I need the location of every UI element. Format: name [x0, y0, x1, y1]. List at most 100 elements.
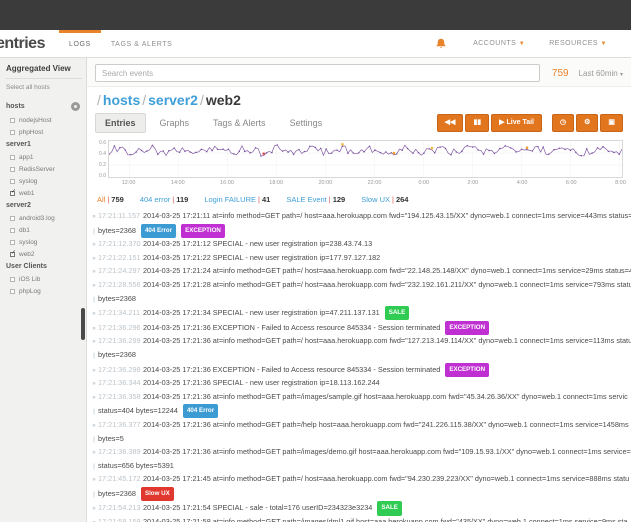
log-row[interactable]: » 17:21:34.211 2014-03-25 17:21:34 SPECIAL… — [90, 306, 631, 321]
checkbox-checked-icon[interactable] — [10, 251, 15, 257]
host-group-user-clients[interactable]: User Clients — [6, 260, 86, 273]
expand-chevron-icon[interactable]: » — [90, 281, 98, 293]
tab-tags-alerts[interactable]: Tags & Alerts — [203, 113, 276, 133]
logentries-logo[interactable]: entries — [0, 30, 59, 57]
sidebar-item-syslog[interactable]: syslog — [6, 236, 86, 248]
expand-chevron-icon[interactable]: » — [90, 379, 98, 391]
checkbox-checked-icon[interactable] — [10, 190, 15, 196]
accounts-menu[interactable]: ACCOUNTS ▼ — [473, 40, 525, 47]
eye-icon[interactable] — [71, 102, 80, 111]
host-label: RedisServer — [19, 165, 55, 173]
host-group-server1[interactable]: server1 — [6, 138, 86, 151]
tab-settings[interactable]: Settings — [280, 113, 333, 133]
sidebar-item-android3-log[interactable]: android3.log — [6, 212, 86, 224]
filter-sale-event[interactable]: SALE Event | 129 — [286, 195, 345, 204]
checkbox-icon[interactable] — [10, 154, 15, 160]
filter-slow-ux[interactable]: Slow UX | 264 — [361, 195, 408, 204]
sidebar-item-redisserver[interactable]: RedisServer — [6, 163, 86, 175]
search-input[interactable] — [95, 64, 540, 82]
filter-login-failure[interactable]: Login FAILURE | 41 — [204, 195, 270, 204]
sidebar-item-web2[interactable]: web2 — [6, 248, 86, 260]
log-row[interactable]: » 17:21:28.556 2014-03-25 17:21:28 at=info… — [90, 279, 631, 306]
host-group-hosts[interactable]: hosts — [6, 99, 86, 114]
checkbox-icon[interactable] — [10, 117, 15, 123]
x-tick-label: 2:00 — [467, 180, 479, 186]
aggregated-view-link[interactable]: Aggregated View — [6, 64, 82, 79]
expand-chevron-icon[interactable]: » — [90, 393, 98, 405]
expand-chevron-icon[interactable]: » — [90, 421, 98, 433]
tab-entries[interactable]: Entries — [95, 113, 146, 133]
log-row[interactable]: » 17:21:36.296 2014-03-25 17:21:36 EXCEPTI… — [90, 320, 631, 336]
expand-chevron-icon[interactable]: » — [90, 267, 98, 279]
checkbox-icon[interactable] — [10, 166, 15, 172]
log-row[interactable]: » 17:21:54.213 2014-03-25 17:21:54 SPECIAL… — [90, 501, 631, 516]
time-button[interactable]: ◷ — [551, 114, 575, 132]
expand-chevron-icon[interactable]: » — [90, 324, 98, 336]
log-row[interactable]: » 17:21:36.344 2014-03-25 17:21:36 SPECIAL… — [90, 377, 631, 391]
sidebar-item-phplog[interactable]: phpLog — [6, 285, 86, 297]
sidebar-item-nodejshost[interactable]: nodejsHost — [6, 114, 86, 126]
sidebar-item-app1[interactable]: app1 — [6, 151, 86, 163]
expand-chevron-icon[interactable]: » — [90, 366, 98, 378]
expand-chevron-icon[interactable]: » — [90, 337, 98, 349]
log-row[interactable]: » 17:21:36.389 2014-03-25 17:21:36 at=info… — [90, 446, 631, 473]
expand-chevron-icon[interactable]: » — [90, 240, 98, 252]
checkbox-icon[interactable] — [10, 276, 15, 282]
chart-plot-area[interactable] — [108, 140, 623, 178]
sidebar-item-ios-lib[interactable]: iOS Lib — [6, 273, 86, 285]
log-row[interactable]: » 17:21:36.298 2014-03-25 17:21:36 EXCEPTI… — [90, 362, 631, 378]
select-all-hosts-link[interactable]: Select all hosts — [6, 79, 86, 99]
sidebar-item-web1[interactable]: web1 — [6, 187, 86, 199]
sidebar-item-phphost[interactable]: phpHost — [6, 126, 86, 138]
log-line: » 17:21:12.370 2014-03-25 17:21:12 SPECIAL… — [90, 238, 631, 252]
sidebar-scrollbar-thumb[interactable] — [81, 308, 85, 340]
checkbox-icon[interactable] — [10, 178, 15, 184]
expand-chevron-icon[interactable]: » — [90, 475, 98, 487]
log-row[interactable]: » 17:21:36.299 2014-03-25 17:21:36 at=info… — [90, 335, 631, 362]
log-row[interactable]: » 17:21:45.172 2014-03-25 17:21:45 at=info… — [90, 473, 631, 501]
x-tick-label: 6:00 — [565, 180, 577, 186]
log-tabs-row: Entries Graphs Tags & Alerts Settings ◀◀ ▮▮ ▶… — [87, 111, 631, 138]
expand-chevron-icon[interactable]: » — [90, 448, 98, 460]
checkbox-icon[interactable] — [10, 129, 15, 135]
filter-404-error[interactable]: 404 error | 119 — [140, 195, 189, 204]
sidebar-item-syslog[interactable]: syslog — [6, 175, 86, 187]
log-row[interactable]: » 17:21:11.157 2014-03-25 17:21:11 at=info… — [90, 210, 631, 238]
pause-button[interactable]: ▮▮ — [465, 114, 490, 132]
breadcrumb-hosts[interactable]: hosts — [103, 92, 140, 108]
nav-tab-tags-alerts[interactable]: TAGS & ALERTS — [101, 30, 183, 57]
log-row[interactable]: » 17:21:12.370 2014-03-25 17:21:12 SPECIAL… — [90, 238, 631, 252]
filter-all[interactable]: All | 759 — [97, 195, 124, 204]
skip-to-start-button[interactable]: ◀◀ — [436, 114, 464, 132]
log-row[interactable]: » 17:21:36.358 2014-03-25 17:21:36 at=info… — [90, 391, 631, 419]
sidebar-item-db1[interactable]: db1 — [6, 224, 86, 236]
host-group-server2[interactable]: server2 — [6, 199, 86, 212]
notifications-bell-icon[interactable] — [435, 38, 447, 50]
log-badge-exception: EXCEPTION — [445, 320, 490, 335]
log-row[interactable]: » 17:21:24.297 2014-03-25 17:21:24 at=info… — [90, 265, 631, 279]
expand-chevron-icon[interactable]: » — [90, 309, 98, 321]
breadcrumb-separator: / — [199, 92, 204, 108]
tab-graphs[interactable]: Graphs — [150, 113, 200, 133]
time-range-selector[interactable]: Last 60min ▾ — [579, 69, 623, 78]
log-row[interactable]: » 17:21:22.151 2014-03-25 17:21:22 SPECIAL… — [90, 252, 631, 266]
resources-menu[interactable]: RESOURCES ▼ — [549, 40, 607, 47]
log-badge-sale: SALE — [384, 306, 410, 321]
checkbox-icon[interactable] — [10, 215, 15, 221]
expand-chevron-icon[interactable]: » — [90, 518, 98, 522]
checkbox-icon[interactable] — [10, 239, 15, 245]
log-row[interactable]: »17:21:58.1592014-03-25 17:21:58 at=info… — [90, 516, 631, 522]
nav-tab-logs[interactable]: LOGS — [58, 30, 101, 57]
hosts-sidebar: Aggregated View Select all hosts hosts no… — [0, 58, 87, 522]
expand-chevron-icon[interactable]: » — [90, 212, 98, 224]
expand-chevron-icon[interactable]: » — [90, 254, 98, 266]
breadcrumb-server2[interactable]: server2 — [148, 92, 198, 108]
checkbox-icon[interactable] — [10, 227, 15, 233]
live-tail-button[interactable]: ▶ Live Tail — [491, 114, 542, 132]
expand-chevron-icon[interactable]: » — [90, 504, 98, 516]
settings-button[interactable]: ⚙ — [576, 114, 599, 132]
time-icon: ◷ — [559, 119, 567, 126]
checkbox-icon[interactable] — [10, 288, 15, 294]
export-button[interactable]: ▣ — [600, 114, 623, 132]
log-row[interactable]: » 17:21:36.377 2014-03-25 17:21:36 at=info… — [90, 419, 631, 446]
